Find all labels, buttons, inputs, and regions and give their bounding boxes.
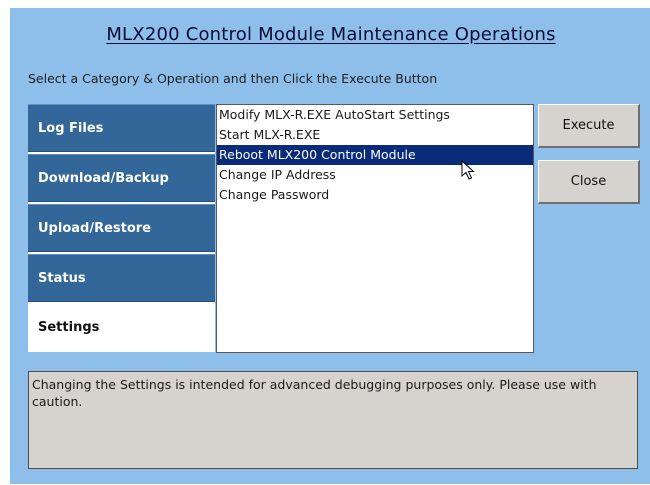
instruction-text: Select a Category & Operation and then C… xyxy=(28,71,438,86)
operation-item[interactable]: Modify MLX-R.EXE AutoStart Settings xyxy=(217,105,533,125)
operation-item-selected[interactable]: Reboot MLX200 Control Module xyxy=(217,145,533,165)
category-download-backup[interactable]: Download/Backup xyxy=(28,154,215,202)
page-title: MLX200 Control Module Maintenance Operat… xyxy=(106,24,556,45)
operation-list[interactable]: Modify MLX-R.EXE AutoStart Settings Star… xyxy=(216,104,534,353)
category-settings[interactable]: Settings xyxy=(28,304,215,352)
mouse-pointer-icon xyxy=(461,160,475,180)
category-list: Log Files Download/Backup Upload/Restore… xyxy=(28,104,215,352)
operation-item[interactable]: Change Password xyxy=(217,185,533,205)
category-log-files[interactable]: Log Files xyxy=(28,104,215,152)
operation-item[interactable]: Start MLX-R.EXE xyxy=(217,125,533,145)
message-box: Changing the Settings is intended for ad… xyxy=(28,371,638,469)
category-upload-restore[interactable]: Upload/Restore xyxy=(28,204,215,252)
close-button[interactable]: Close xyxy=(538,160,640,204)
maintenance-window: MLX200 Control Module Maintenance Operat… xyxy=(10,8,650,484)
execute-button[interactable]: Execute xyxy=(538,104,640,148)
operation-item[interactable]: Change IP Address xyxy=(217,165,533,185)
category-status[interactable]: Status xyxy=(28,254,215,302)
